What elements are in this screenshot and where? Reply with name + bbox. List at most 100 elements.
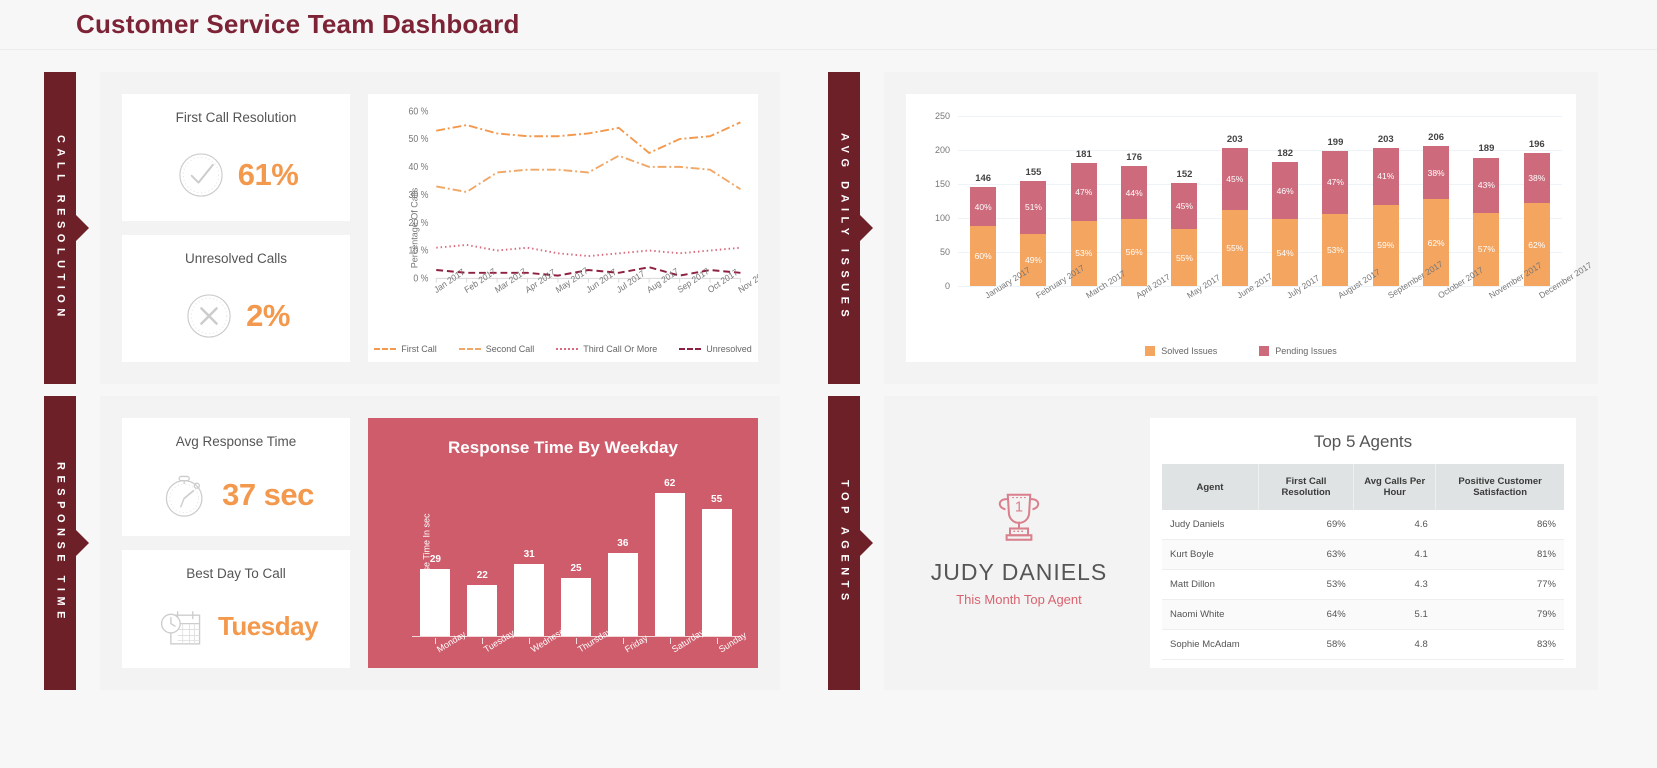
stacked-bar-total-label: 206 xyxy=(1428,131,1445,143)
satisfaction-cell: 79% xyxy=(1435,599,1564,630)
banner-call-resolution: CALL RESOLUTION xyxy=(44,72,76,384)
weekday-bar-column[interactable]: 29 xyxy=(412,474,459,636)
stacked-bar-column[interactable]: 155 51% 49% xyxy=(1008,116,1058,286)
banner-response-time-label: RESPONSE TIME xyxy=(54,462,67,624)
line-legend-item[interactable]: Third Call Or More xyxy=(556,344,657,354)
fcr-cell: 63% xyxy=(1258,539,1354,570)
calls-cell: 4.1 xyxy=(1353,539,1436,570)
trophy-rank-label: 1 xyxy=(1015,500,1023,516)
stacked-bar-column[interactable]: 203 45% 55% xyxy=(1210,116,1260,286)
stacked-bar-y-tick: 0 xyxy=(944,281,950,291)
weekday-axis-tick xyxy=(529,638,531,644)
stacked-bar-total-label: 152 xyxy=(1176,168,1193,180)
weekday-bar xyxy=(514,564,545,636)
stacked-bar-total-label: 196 xyxy=(1528,138,1545,150)
line-legend-label: Third Call Or More xyxy=(583,344,658,354)
weekday-bar-value-label: 62 xyxy=(664,477,676,489)
stacked-bar-segment-pending: 45% xyxy=(1171,182,1198,230)
chart-call-resolution-trend: Percentage Of Calls 0 % 10 % 20 % 30 % 40 % 5… xyxy=(368,94,758,362)
line-legend-label: First Call xyxy=(401,344,437,354)
banner-call-resolution-label: CALL RESOLUTION xyxy=(54,134,67,322)
stacked-bar-total-label: 203 xyxy=(1226,133,1243,145)
weekday-bar-column[interactable]: 25 xyxy=(553,474,600,636)
line-legend-item[interactable]: Second Call xyxy=(458,344,534,354)
stacked-bar-segment-pending: 38% xyxy=(1423,145,1450,200)
stacked-bar-segment-pending: 51% xyxy=(1020,180,1047,235)
calls-cell: 4.8 xyxy=(1353,629,1436,660)
weekday-bar-column[interactable]: 55 xyxy=(693,474,740,636)
calls-cell: 4.6 xyxy=(1353,510,1436,540)
stopwatch-icon xyxy=(165,475,203,517)
stacked-bar-column[interactable]: 189 43% 57% xyxy=(1461,116,1511,286)
svg-text:Sep 2017: Sep 2017 xyxy=(676,266,711,296)
stacked-bar-segment-pending: 47% xyxy=(1322,150,1349,215)
stacked-bar-column[interactable]: 181 47% 53% xyxy=(1059,116,1109,286)
column-header-agent[interactable]: Agent xyxy=(1162,464,1259,510)
weekday-bar-column[interactable]: 31 xyxy=(506,474,553,636)
top-agents-table-head: Agent First Call Resolution Avg Calls Pe… xyxy=(1162,464,1564,510)
satisfaction-cell: 86% xyxy=(1435,510,1564,540)
line-chart-area: Percentage Of Calls 0 % 10 % 20 % 30 % 40 % 5… xyxy=(368,94,758,362)
top-agents-table: Agent First Call Resolution Avg Calls Pe… xyxy=(1162,464,1564,660)
stacked-bar-segment-solved: 55% xyxy=(1171,229,1198,286)
stacked-bar-plot: 146 40% 60% 155 51% 49% 181 47% 53% 176 44% 56% 152 4… xyxy=(958,116,1562,286)
stacked-bar-legend-item[interactable]: Pending Issues xyxy=(1259,346,1337,356)
banner-response-time: RESPONSE TIME xyxy=(44,396,76,690)
stacked-bar-column[interactable]: 182 46% 54% xyxy=(1260,116,1310,286)
weekday-bar-value-label: 29 xyxy=(429,553,441,565)
table-row[interactable]: Kurt Boyle 63% 4.1 81% xyxy=(1162,539,1564,570)
top-agents-table-card: Top 5 Agents Agent First Call Resolution… xyxy=(1150,418,1576,668)
line-legend-swatch xyxy=(458,348,481,350)
weekday-bar xyxy=(420,568,451,636)
dashboard-grid: CALL RESOLUTION First Call Resolution 61… xyxy=(0,50,1657,690)
line-legend-item[interactable]: First Call xyxy=(374,344,437,354)
weekday-bar-column[interactable]: 62 xyxy=(646,474,693,636)
line-legend-label: Unresolved xyxy=(706,344,752,354)
weekday-bar-column[interactable]: 22 xyxy=(459,474,506,636)
svg-text:20 %: 20 % xyxy=(408,217,428,227)
dashboard-page: Customer Service Team Dashboard CALL RES… xyxy=(0,0,1657,768)
stacked-bar-segment-pending: 41% xyxy=(1372,147,1399,205)
stacked-bar-segment-solved: 54% xyxy=(1272,219,1299,286)
line-legend-item[interactable]: Unresolved xyxy=(679,344,752,354)
stacked-bar-column[interactable]: 146 40% 60% xyxy=(958,116,1008,286)
weekday-bar-column[interactable]: 36 xyxy=(599,474,646,636)
kpi-avg-response-time-value: 37 sec xyxy=(222,476,314,512)
stacked-bar-y-tick: 250 xyxy=(934,111,950,121)
stacked-bar-legend-item[interactable]: Solved Issues xyxy=(1145,346,1217,356)
stacked-bar-y-tick: 200 xyxy=(934,145,950,155)
section-response-time: RESPONSE TIME Avg Response Time 37 sec B… xyxy=(44,396,780,690)
stacked-bar-total-label: 146 xyxy=(975,172,992,184)
calendar-clock-icon xyxy=(160,610,201,645)
weekday-bar xyxy=(701,508,732,636)
column-header-satisfaction[interactable]: Positive Customer Satisfaction xyxy=(1435,464,1564,510)
weekday-bar xyxy=(467,585,498,636)
calls-cell: 4.3 xyxy=(1353,569,1436,600)
stacked-bar-column[interactable]: 176 44% 56% xyxy=(1109,116,1159,286)
table-row[interactable]: Judy Daniels 69% 4.6 86% xyxy=(1162,510,1564,540)
panel-avg-daily-issues: 0 50 100 150 200 250 146 40% 60% 155 51% 49% 181 47%… xyxy=(884,72,1598,384)
stacked-bar-total-label: 181 xyxy=(1075,148,1092,160)
weekday-chart-x-axis: Monday Tuesday Wednesday Thursday Friday Satu… xyxy=(412,621,748,688)
fcr-cell: 69% xyxy=(1258,510,1354,540)
section-avg-daily-issues: AVG DAILY ISSUES 0 50 100 150 200 250 146 40% 6… xyxy=(828,72,1598,384)
stacked-bar-column[interactable]: 152 45% 55% xyxy=(1159,116,1209,286)
table-row[interactable]: Naomi White 64% 5.1 79% xyxy=(1162,599,1564,630)
kpi-first-call-resolution-value: 61% xyxy=(237,157,299,192)
kpi-unresolved-calls-title: Unresolved Calls xyxy=(184,251,288,266)
column-header-calls[interactable]: Avg Calls Per Hour xyxy=(1353,464,1437,510)
fcr-cell: 53% xyxy=(1258,569,1354,600)
section-call-resolution: CALL RESOLUTION First Call Resolution 61… xyxy=(44,72,780,384)
stacked-bar-y-tick: 100 xyxy=(934,213,950,223)
fcr-cell: 64% xyxy=(1258,599,1354,630)
table-row[interactable]: Sophie McAdam 58% 4.8 83% xyxy=(1162,629,1564,660)
weekday-axis-tick xyxy=(716,638,718,644)
stacked-bar-column[interactable]: 203 41% 59% xyxy=(1361,116,1411,286)
stacked-bar-y-tick: 50 xyxy=(939,247,950,257)
stacked-bar-column[interactable]: 199 47% 53% xyxy=(1310,116,1360,286)
column-header-fcr[interactable]: First Call Resolution xyxy=(1258,464,1355,510)
stacked-bar-segment-pending: 43% xyxy=(1473,157,1500,213)
panel-top-agents: 1 JUDY DANIELS This Month Top Agent Top … xyxy=(884,396,1598,690)
section-top-agents: TOP AGENTS 1 JUDY DANIELS This Month Top… xyxy=(828,396,1598,690)
table-row[interactable]: Matt Dillon 53% 4.3 77% xyxy=(1162,569,1564,600)
